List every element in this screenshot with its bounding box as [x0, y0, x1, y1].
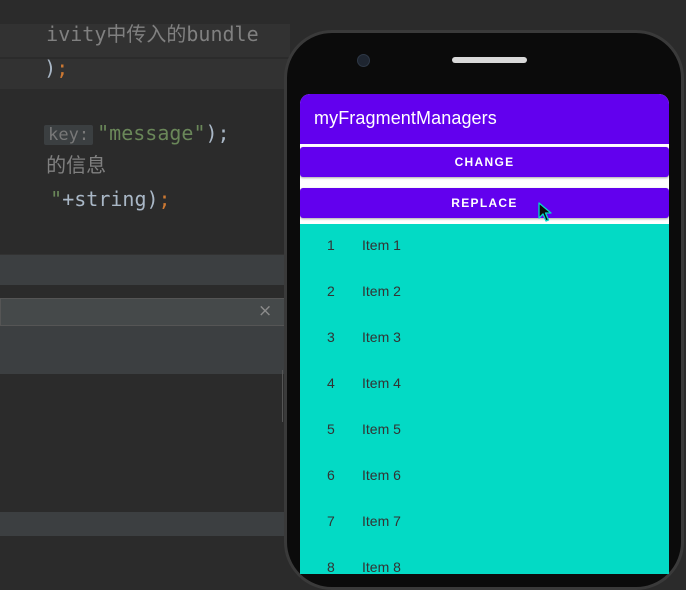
app-title: myFragmentManagers [314, 108, 497, 128]
mouse-pointer-icon [538, 202, 552, 222]
item-number: 1 [327, 237, 335, 253]
item-label: Item 6 [362, 467, 401, 483]
item-list[interactable]: 1 Item 1 2 Item 2 3 Item 3 4 Item 4 5 It… [300, 224, 669, 574]
item-number: 8 [327, 559, 335, 574]
item-label: Item 7 [362, 513, 401, 529]
phone-screen: myFragmentManagers CHANGE REPLACE 1 Item… [300, 94, 669, 574]
item-number: 6 [327, 467, 335, 483]
code-string: "message" [97, 121, 206, 145]
list-item[interactable]: 1 Item 1 [300, 224, 669, 270]
item-label: Item 5 [362, 421, 401, 437]
item-number: 5 [327, 421, 335, 437]
close-icon[interactable]: × [258, 301, 272, 321]
code-line-5: "+string); [2, 163, 171, 235]
item-label: Item 2 [362, 283, 401, 299]
speaker-grille [452, 57, 527, 63]
app-bar: myFragmentManagers [300, 94, 669, 144]
list-item[interactable]: 5 Item 5 [300, 408, 669, 454]
list-item[interactable]: 3 Item 3 [300, 316, 669, 362]
ide-status-strip [0, 512, 290, 536]
replace-button[interactable]: REPLACE [300, 188, 669, 218]
ide-panel-header [0, 254, 290, 286]
code-semicolon: ; [56, 56, 69, 80]
list-item[interactable]: 8 Item 8 [300, 546, 669, 574]
change-button[interactable]: CHANGE [300, 147, 669, 177]
code-line-2: ); [0, 32, 68, 104]
item-label: Item 4 [362, 375, 401, 391]
code-string: " [50, 187, 63, 211]
list-item[interactable]: 7 Item 7 [300, 500, 669, 546]
code-paren: ); [205, 121, 230, 145]
list-item[interactable]: 6 Item 6 [300, 454, 669, 500]
item-label: Item 3 [362, 329, 401, 345]
item-label: Item 8 [362, 559, 401, 574]
panel-divider[interactable] [282, 370, 283, 422]
ide-output-panel [0, 374, 290, 512]
list-item[interactable]: 4 Item 4 [300, 362, 669, 408]
camera-icon [357, 54, 370, 67]
item-label: Item 1 [362, 237, 401, 253]
find-bar[interactable] [0, 298, 285, 326]
code-text: +string) [62, 187, 159, 211]
item-number: 4 [327, 375, 335, 391]
code-semicolon: ; [158, 187, 171, 211]
list-item[interactable]: 2 Item 2 [300, 270, 669, 316]
ide-toolbar [0, 326, 290, 375]
item-number: 2 [327, 283, 335, 299]
code-text: ) [44, 56, 57, 80]
item-number: 3 [327, 329, 335, 345]
item-number: 7 [327, 513, 335, 529]
code-comment: ivity中传入的bundle [46, 22, 259, 46]
